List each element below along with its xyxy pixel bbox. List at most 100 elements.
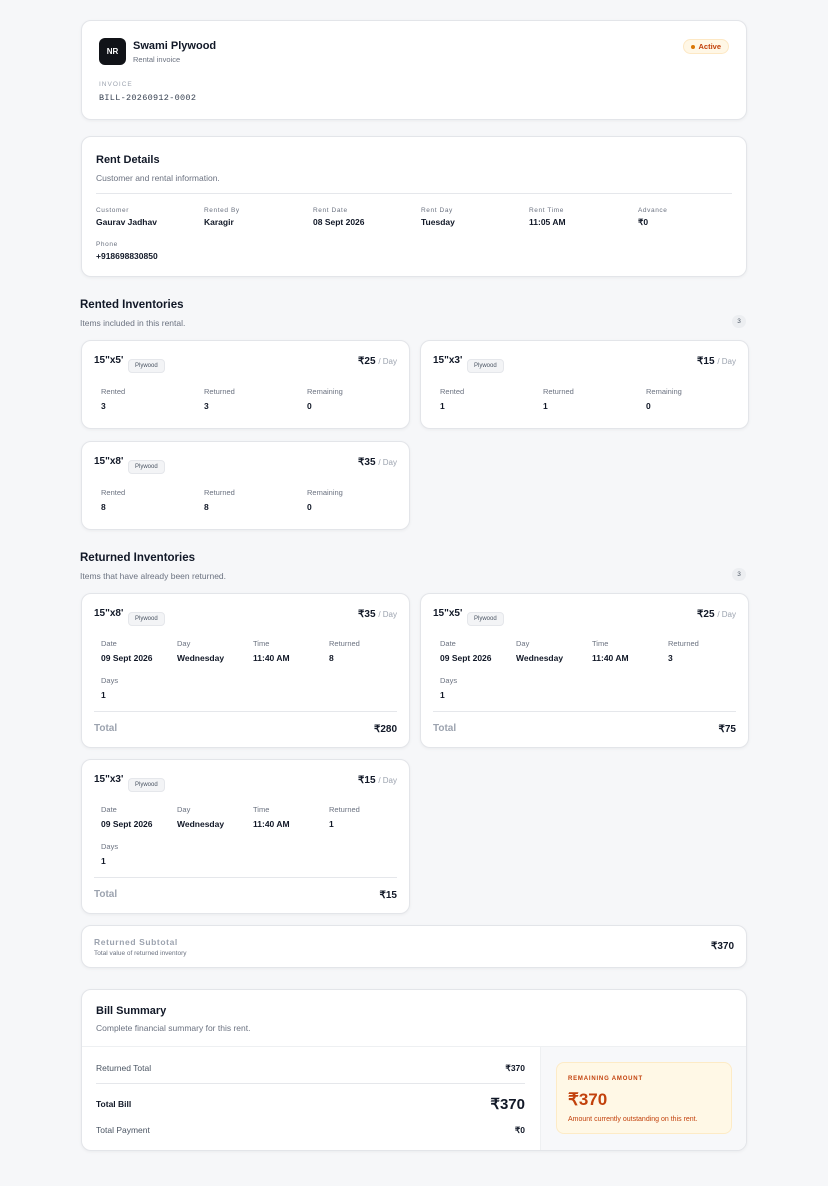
returned-subtotal-card: Returned Subtotal Total value of returne… bbox=[81, 925, 747, 968]
returned-stat: Date 09 Sept 2026 bbox=[101, 805, 153, 829]
stat-value: 09 Sept 2026 bbox=[101, 819, 153, 829]
returned-stat: Days 1 bbox=[101, 676, 118, 700]
stat-label: Rented bbox=[101, 387, 126, 396]
header-card: NR Swami Plywood Rental invoice Active I… bbox=[81, 20, 747, 120]
stat-value: 8 bbox=[329, 653, 334, 663]
item-name: 15"x5' bbox=[433, 608, 463, 619]
stat-label: Rented bbox=[440, 387, 465, 396]
stat-value: 11:40 AM bbox=[592, 653, 629, 663]
returned-total-value: ₹370 bbox=[505, 1063, 525, 1073]
stat-value: 3 bbox=[204, 401, 209, 411]
total-divider bbox=[94, 877, 397, 878]
stat-label: Day bbox=[177, 805, 191, 814]
returned-title: Returned Inventories bbox=[80, 552, 196, 564]
item-name: 15"x8' bbox=[94, 608, 124, 619]
rent-field: Advance ₹0 bbox=[638, 207, 668, 228]
item-total-value: ₹280 bbox=[373, 724, 397, 735]
rented-item-card: 15"x5' Plywood ₹25 / Day Rented 3 Returned 3 Re… bbox=[81, 340, 410, 429]
returned-stat: Returned 3 bbox=[668, 639, 699, 663]
category-pill: Plywood bbox=[467, 359, 504, 373]
item-name: 15"x3' bbox=[433, 355, 463, 366]
stat-value: Wednesday bbox=[177, 819, 225, 829]
subtotal-value: ₹370 bbox=[710, 941, 734, 952]
rented-title: Rented Inventories bbox=[80, 299, 184, 311]
bill-summary-subtitle: Complete financial summary for this rent… bbox=[96, 1023, 251, 1033]
remaining-value: ₹370 bbox=[568, 1090, 608, 1109]
rented-stat: Rented 8 bbox=[101, 488, 125, 512]
category-pill: Plywood bbox=[467, 612, 504, 626]
rent-field-value: +918698830850 bbox=[96, 251, 158, 261]
rate-value: ₹25 bbox=[697, 609, 715, 620]
item-total-value: ₹75 bbox=[718, 724, 737, 735]
item-total-label: Total bbox=[433, 723, 457, 734]
stat-value: 3 bbox=[668, 653, 673, 663]
rent-field: Rented By Karagir bbox=[204, 207, 240, 227]
stat-label: Returned bbox=[204, 488, 235, 497]
total-bill-label: Total Bill bbox=[96, 1099, 132, 1109]
returned-subtitle: Items that have already been returned. bbox=[80, 571, 227, 581]
stat-value: 1 bbox=[101, 690, 106, 700]
item-rate: ₹15 / Day bbox=[697, 356, 736, 367]
rate-per: / Day bbox=[378, 458, 397, 467]
stat-value: 0 bbox=[307, 502, 312, 512]
stat-label: Days bbox=[440, 676, 458, 685]
stat-value: 09 Sept 2026 bbox=[440, 653, 492, 663]
rate-value: ₹25 bbox=[358, 356, 376, 367]
rate-value: ₹35 bbox=[358, 457, 376, 468]
logo: NR bbox=[99, 38, 126, 65]
item-rate: ₹15 / Day bbox=[358, 775, 397, 786]
stat-value: 0 bbox=[646, 401, 651, 411]
returned-stat: Date 09 Sept 2026 bbox=[440, 639, 492, 663]
rate-per: / Day bbox=[378, 610, 397, 619]
rent-field: Rent Day Tuesday bbox=[421, 207, 455, 227]
item-name: 15"x5' bbox=[94, 355, 124, 366]
item-tag: Plywood bbox=[128, 607, 165, 626]
bill-summary-card: Bill Summary Complete financial summary … bbox=[81, 989, 747, 1151]
rent-details-divider bbox=[96, 193, 732, 194]
stat-value: 1 bbox=[440, 690, 445, 700]
total-bill-value: ₹370 bbox=[490, 1096, 525, 1113]
remaining-label: REMAINING AMOUNT bbox=[568, 1076, 643, 1082]
rent-field: Rent Date 08 Sept 2026 bbox=[313, 207, 365, 227]
rent-field-label: Phone bbox=[96, 241, 118, 248]
item-tag: Plywood bbox=[128, 455, 165, 474]
item-total-label: Total bbox=[94, 889, 118, 900]
returned-stat: Day Wednesday bbox=[516, 639, 563, 663]
stat-value: 11:40 AM bbox=[253, 653, 290, 663]
returned-stat: Time 11:40 AM bbox=[253, 639, 290, 663]
stat-value: 1 bbox=[101, 856, 106, 866]
item-name: 15"x8' bbox=[94, 456, 124, 467]
remaining-note: Amount currently outstanding on this ren… bbox=[568, 1116, 698, 1123]
status-text: Active bbox=[698, 42, 721, 51]
returned-item-card: 15"x8' Plywood ₹35 / Day Date 09 Sept 2026 Da… bbox=[81, 593, 410, 748]
status-badge: Active bbox=[683, 39, 729, 54]
rate-per: / Day bbox=[717, 610, 736, 619]
rate-value: ₹35 bbox=[358, 609, 376, 620]
invoice-number: BILL-20260912-0002 bbox=[99, 93, 197, 103]
returned-stat: Returned 8 bbox=[329, 639, 360, 663]
returned-stat: Days 1 bbox=[101, 842, 118, 866]
rent-details-title: Rent Details bbox=[96, 154, 160, 166]
remaining-amount-box: REMAINING AMOUNT ₹370 Amount currently o… bbox=[556, 1062, 732, 1134]
rent-field-label: Customer bbox=[96, 207, 129, 214]
rent-field-label: Rent Date bbox=[313, 207, 348, 214]
category-pill: Plywood bbox=[128, 460, 165, 474]
stat-value: 8 bbox=[101, 502, 106, 512]
rented-stat: Returned 8 bbox=[204, 488, 235, 512]
returned-total-label: Returned Total bbox=[96, 1063, 152, 1073]
summary-row-divider bbox=[96, 1083, 525, 1084]
rent-field-label: Rented By bbox=[204, 207, 240, 214]
rent-field-value: 08 Sept 2026 bbox=[313, 217, 365, 227]
total-divider bbox=[433, 711, 736, 712]
rent-field-label: Advance bbox=[638, 207, 668, 214]
stat-label: Returned bbox=[668, 639, 699, 648]
returned-item-card: 15"x5' Plywood ₹25 / Day Date 09 Sept 2026 Da… bbox=[420, 593, 749, 748]
rent-field-label: Rent Day bbox=[421, 207, 453, 214]
returned-count-badge: 3 bbox=[732, 568, 746, 581]
stat-value: 09 Sept 2026 bbox=[101, 653, 153, 663]
total-payment-value: ₹0 bbox=[514, 1125, 525, 1135]
rented-stat: Returned 1 bbox=[543, 387, 574, 411]
rent-details-subtitle: Customer and rental information. bbox=[96, 173, 220, 183]
rate-value: ₹15 bbox=[697, 356, 715, 367]
bill-summary-title: Bill Summary bbox=[96, 1005, 167, 1017]
